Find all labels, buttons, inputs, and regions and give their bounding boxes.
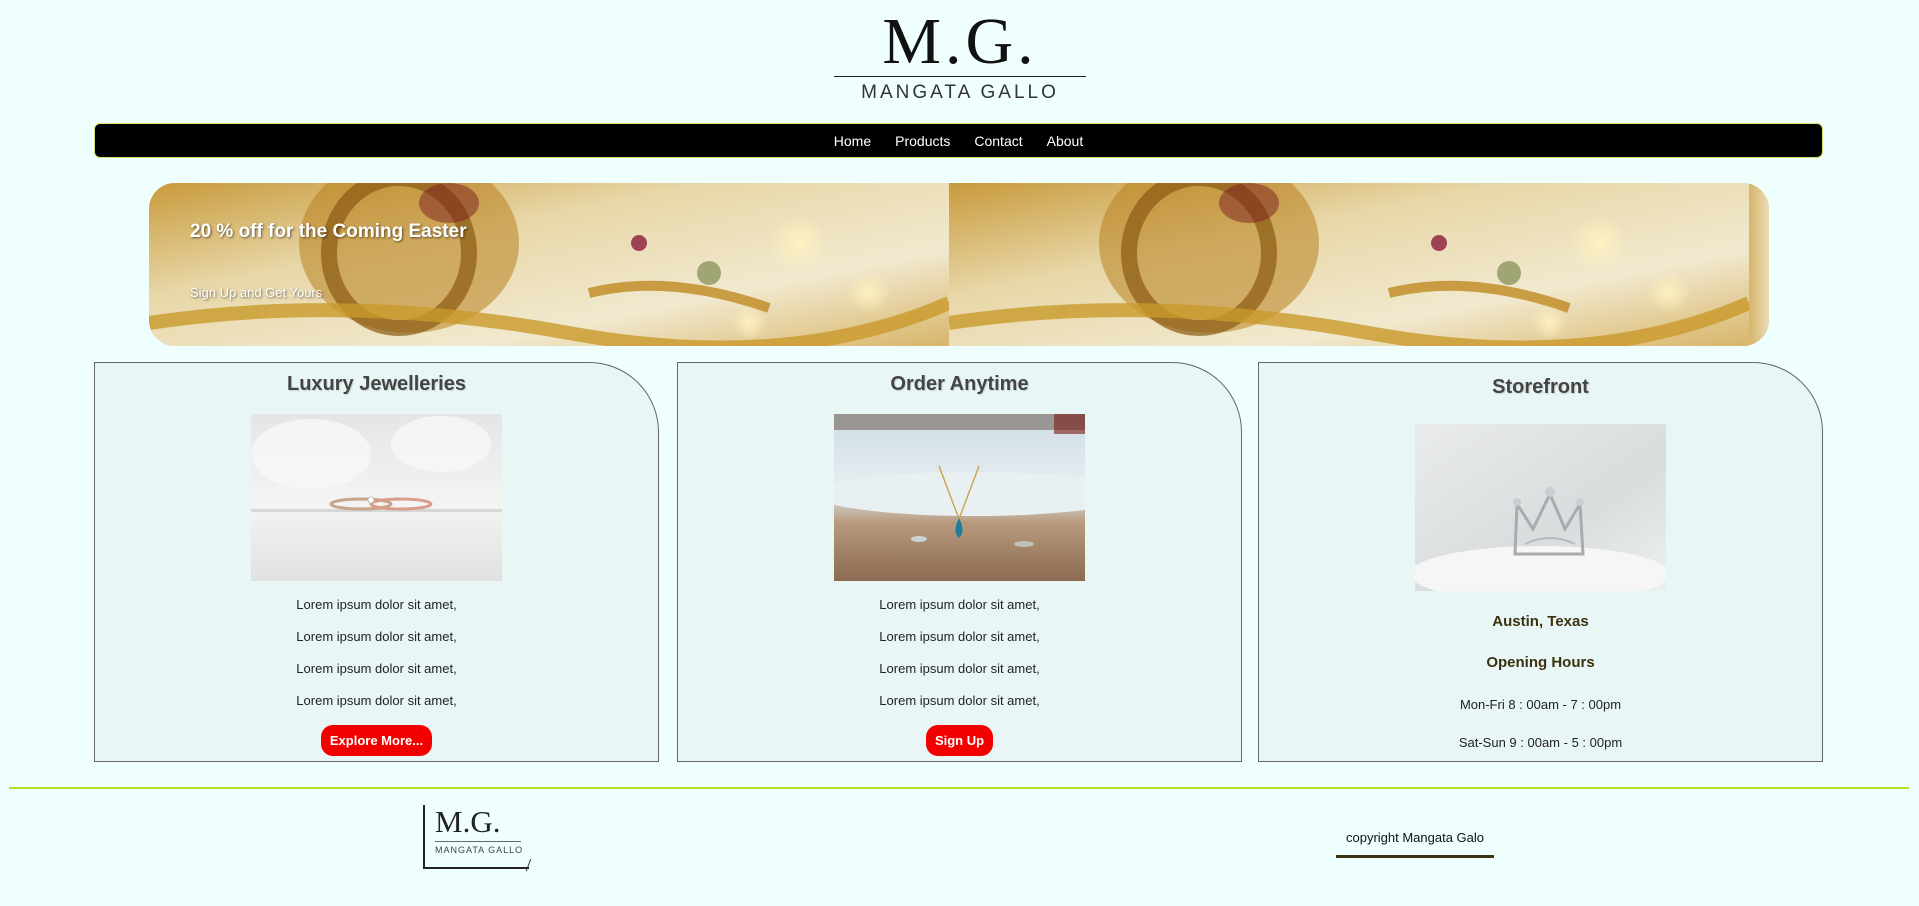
promo-banner[interactable]: 20 % off for the Coming Easter Sign Up a…: [149, 183, 1769, 346]
logo-mark: M.G.: [882, 5, 1038, 78]
lorem-line: Lorem ipsum dolor sit amet,: [879, 629, 1040, 644]
opening-hours-title: Opening Hours: [1486, 654, 1595, 671]
card-luxury-jewelleries: Luxury Jewelleries Lorem ipsum dolor sit…: [94, 362, 659, 762]
hours-weekend: Sat-Sun 9 : 00am - 5 : 00pm: [1458, 735, 1623, 750]
opening-hours: Mon-Fri 8 : 00am - 7 : 00pm Sat-Sun 9 : …: [1259, 697, 1822, 750]
nav-home[interactable]: Home: [822, 133, 883, 149]
explore-more-button[interactable]: Explore More...: [320, 725, 433, 756]
lorem-line: Lorem ipsum dolor sit amet,: [296, 629, 457, 644]
card-order-anytime: Order Anytime Lorem ipsum dolor sit amet…: [677, 362, 1242, 762]
banner-text: 20 % off for the Coming Easter Sign Up a…: [190, 221, 467, 300]
logo-rule: [834, 76, 1086, 77]
card-title: Luxury Jewelleries: [287, 373, 466, 395]
main-nav: Home Products Contact About: [94, 123, 1823, 158]
card-storefront: Storefront Austin, Texas Opening Hours M…: [1258, 362, 1823, 762]
lorem-line: Lorem ipsum dolor sit amet,: [296, 661, 457, 676]
card-title: Storefront: [1492, 376, 1589, 398]
banner-title: 20 % off for the Coming Easter: [190, 221, 467, 242]
sign-up-button[interactable]: Sign Up: [925, 725, 994, 756]
footer-logo-mark: M.G.: [435, 804, 501, 839]
lorem-line: Lorem ipsum dolor sit amet,: [296, 597, 457, 612]
jewellery-banner-image-repeat: [949, 183, 1749, 346]
footer-divider: [9, 787, 1909, 789]
card-text: Lorem ipsum dolor sit amet, Lorem ipsum …: [95, 589, 658, 717]
necklace-image: [834, 414, 1085, 581]
banner-subtitle[interactable]: Sign Up and Get Yours: [190, 285, 467, 300]
footer-logo-name: MANGATA GALLO: [435, 845, 524, 855]
lorem-line: Lorem ipsum dolor sit amet,: [296, 693, 457, 708]
card-text: Lorem ipsum dolor sit amet, Lorem ipsum …: [678, 589, 1241, 717]
logo-name: MANGATA GALLO: [861, 82, 1059, 103]
footer-logo-tick: [525, 859, 539, 871]
nav-products[interactable]: Products: [883, 133, 962, 149]
hours-weekday: Mon-Fri 8 : 00am - 7 : 00pm: [1459, 697, 1622, 712]
banner-tail: [1749, 183, 1769, 346]
lorem-line: Lorem ipsum dolor sit amet,: [879, 693, 1040, 708]
footer-logo-rule: [435, 841, 521, 842]
crown-image: [1415, 424, 1666, 591]
footer-logo[interactable]: M.G. MANGATA GALLO: [423, 804, 539, 871]
nav-about[interactable]: About: [1035, 133, 1096, 149]
copyright-text: copyright Mangata Galo: [1336, 826, 1494, 858]
card-title: Order Anytime: [890, 373, 1029, 395]
nav-contact[interactable]: Contact: [962, 133, 1034, 149]
lorem-line: Lorem ipsum dolor sit amet,: [879, 597, 1040, 612]
site-logo[interactable]: M.G. MANGATA GALLO: [834, 5, 1086, 103]
lorem-line: Lorem ipsum dolor sit amet,: [879, 661, 1040, 676]
ring-image: [251, 414, 502, 581]
store-location: Austin, Texas: [1492, 613, 1589, 630]
